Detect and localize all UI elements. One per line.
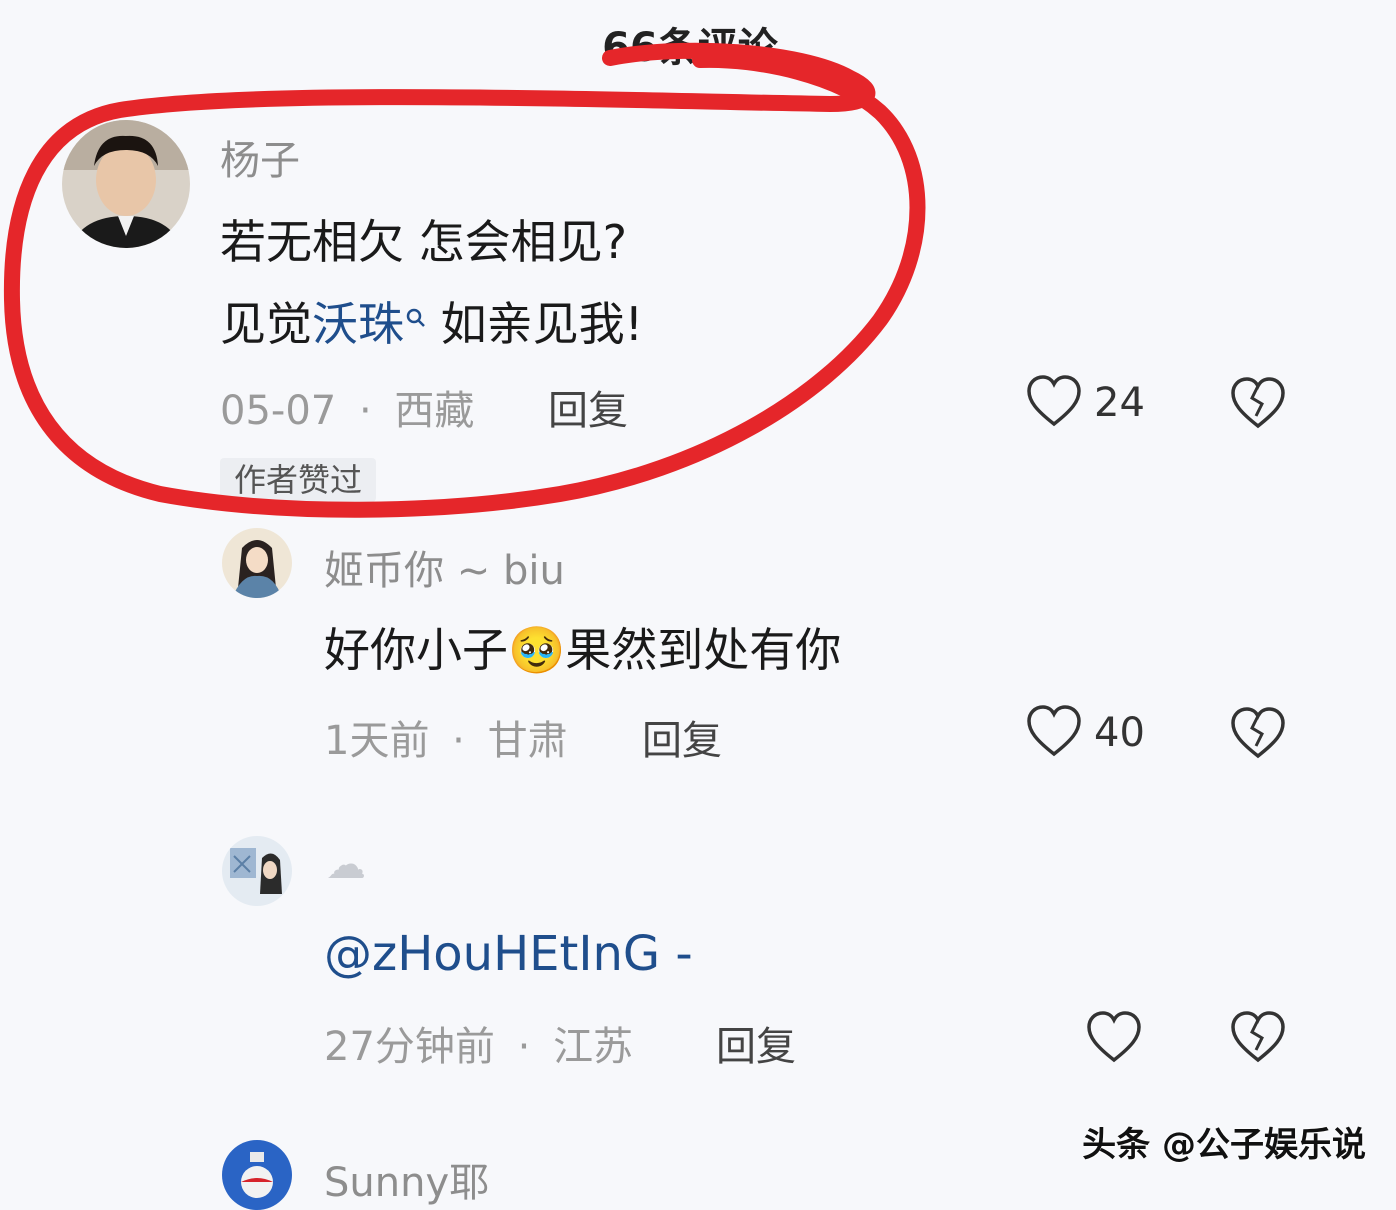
comment-location: 甘肃 <box>487 718 568 764</box>
comment-text-part-b: 果然到处有你 <box>565 623 842 677</box>
comment-count-title: 66条评论 <box>602 25 778 71</box>
like-count: 24 <box>1094 380 1145 426</box>
comment-date: 05-07 <box>220 388 337 434</box>
comment-text-suffix: 如亲见我! <box>426 297 644 351</box>
avatar[interactable] <box>62 120 190 248</box>
heart-outline-icon[interactable] <box>1086 1010 1142 1068</box>
pleading-face-emoji: 🥹 <box>508 623 566 677</box>
keyword-search-link[interactable]: 沃珠 <box>312 297 404 351</box>
reply-button[interactable]: 回复 <box>716 1014 796 1072</box>
reply-button[interactable]: 回复 <box>548 378 628 436</box>
broken-heart-icon[interactable] <box>1230 376 1286 434</box>
like-button[interactable]: 24 <box>1026 374 1145 432</box>
search-icon[interactable] <box>406 288 426 342</box>
author-liked-badge: 作者赞过 <box>220 458 377 502</box>
like-count: 40 <box>1094 710 1145 756</box>
broken-heart-icon[interactable] <box>1230 1010 1286 1068</box>
comment-text-prefix: 见觉 <box>220 297 312 351</box>
broken-heart-icon[interactable] <box>1230 706 1286 764</box>
red-circle-annotation <box>3 42 926 518</box>
comment-date: 1天前 <box>324 718 430 764</box>
meta-separator: · <box>452 718 465 764</box>
heart-outline-icon <box>1026 374 1082 432</box>
comment-text-line-1: 若无相欠 怎会相见? <box>220 215 628 269</box>
meta-separator: · <box>517 1024 531 1070</box>
comment-location: 西藏 <box>394 388 475 434</box>
comment-username[interactable]: 杨子 <box>220 128 300 186</box>
comment-text-part-a: 好你小子 <box>324 623 508 677</box>
username-cloud-emoji[interactable]: ☁ <box>326 842 366 888</box>
comment-location: 江苏 <box>553 1024 634 1070</box>
mention-link[interactable]: @zHouHEtInG - <box>324 926 693 982</box>
watermark: 头条 @公子娱乐说 <box>1082 1125 1366 1165</box>
comment-text: 好你小子🥹果然到处有你 <box>324 614 841 680</box>
heart-outline-icon <box>1026 704 1082 762</box>
avatar[interactable] <box>222 528 292 598</box>
avatar[interactable] <box>222 836 292 906</box>
like-button[interactable]: 40 <box>1026 704 1145 762</box>
reply-button[interactable]: 回复 <box>642 708 722 766</box>
comment-text-line-2: 见觉沃珠 如亲见我! <box>220 288 643 354</box>
comment-meta: 05-07 · 西藏 <box>220 378 474 436</box>
comment-date: 27分钟前 <box>324 1024 495 1070</box>
avatar[interactable] <box>222 1140 292 1210</box>
meta-separator: · <box>358 388 372 434</box>
comment-username[interactable]: 姬币你 ~ biu <box>324 538 565 596</box>
comment-username[interactable]: Sunny耶 <box>324 1150 489 1208</box>
comment-meta: 1天前 · 甘肃 <box>324 708 568 766</box>
comment-meta: 27分钟前 · 江苏 <box>324 1014 633 1072</box>
